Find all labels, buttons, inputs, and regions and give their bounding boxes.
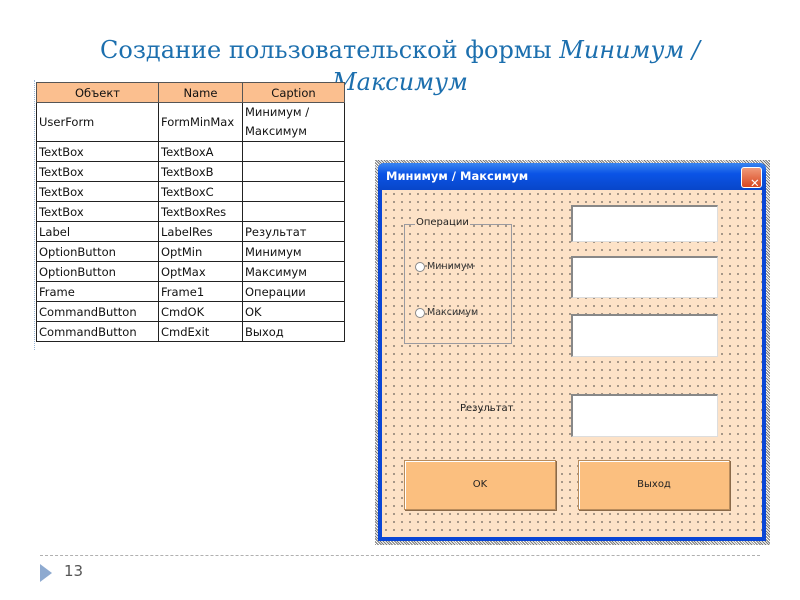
textbox-b[interactable]	[571, 256, 718, 298]
table-row: TextBox TextBoxA	[36, 141, 345, 162]
page-number: 13	[64, 562, 84, 580]
cell-caption	[242, 141, 345, 162]
bullet-arrow-icon	[40, 564, 52, 582]
radio-icon	[415, 261, 425, 272]
cell-name: FormMinMax	[158, 102, 243, 142]
cell-object: Label	[36, 221, 159, 242]
header-object: Объект	[36, 82, 159, 103]
ok-button[interactable]: OK	[404, 460, 556, 510]
frame-operations[interactable]: Операции Минимум Максимум	[404, 217, 512, 344]
cell-object: TextBox	[36, 201, 159, 222]
footer-divider	[40, 555, 760, 556]
table-row: OptionButton OptMin Минимум	[36, 241, 345, 262]
result-label: Результат	[460, 403, 514, 414]
properties-table: Объект Name Caption UserForm FormMinMax …	[36, 82, 345, 342]
cell-name: OptMax	[158, 261, 243, 282]
textbox-result[interactable]	[571, 394, 718, 437]
cell-caption: Минимум	[242, 241, 345, 262]
cell-caption: Выход	[242, 321, 345, 342]
cell-object: CommandButton	[36, 321, 159, 342]
cell-caption	[242, 201, 345, 222]
table-row: TextBox TextBoxC	[36, 181, 345, 202]
cell-name: CmdOK	[158, 301, 243, 322]
table-row: TextBox TextBoxRes	[36, 201, 345, 222]
table-row: Label LabelRes Результат	[36, 221, 345, 242]
cell-caption	[242, 181, 345, 202]
cell-name: OptMin	[158, 241, 243, 262]
cell-caption: Операции	[242, 281, 345, 302]
cell-caption: OK	[242, 301, 345, 322]
cell-name: TextBoxRes	[158, 201, 243, 222]
exit-button[interactable]: Выход	[578, 460, 730, 510]
cell-caption: Результат	[242, 221, 345, 242]
cell-object: Frame	[36, 281, 159, 302]
table-row: CommandButton CmdExit Выход	[36, 321, 345, 342]
cell-caption: Минимум / Максимум	[242, 102, 345, 142]
cell-object: TextBox	[36, 181, 159, 202]
option-min-label: Минимум	[427, 261, 474, 272]
form-title: Минимум / Максимум	[386, 169, 529, 183]
option-max-label: Максимум	[427, 307, 479, 318]
userform-window: Минимум / Максимум ✕ Операции Минимум Ма…	[378, 163, 766, 541]
option-max[interactable]: Максимум	[415, 307, 478, 318]
cell-object: OptionButton	[36, 261, 159, 282]
cell-name: TextBoxA	[158, 141, 243, 162]
textbox-a[interactable]	[571, 205, 718, 242]
form-titlebar[interactable]: Минимум / Максимум ✕	[378, 163, 766, 190]
header-name: Name	[158, 82, 243, 103]
cell-name: TextBoxB	[158, 161, 243, 182]
cell-object: CommandButton	[36, 301, 159, 322]
table-row: OptionButton OptMax Максимум	[36, 261, 345, 282]
table-row: UserForm FormMinMax Минимум / Максимум	[36, 102, 345, 142]
cell-name: CmdExit	[158, 321, 243, 342]
header-caption: Caption	[242, 82, 345, 103]
cell-object: TextBox	[36, 141, 159, 162]
option-min[interactable]: Минимум	[415, 261, 474, 272]
slide-title-text: Создание пользовательской формы	[100, 36, 560, 64]
textbox-c[interactable]	[571, 314, 718, 357]
cell-object: TextBox	[36, 161, 159, 182]
table-header-row: Объект Name Caption	[36, 82, 345, 103]
form-client-area: Операции Минимум Максимум Результат OK В…	[382, 190, 762, 537]
frame-label: Операции	[415, 217, 470, 228]
radio-icon	[415, 307, 425, 318]
table-row: TextBox TextBoxB	[36, 161, 345, 182]
table-row: Frame Frame1 Операции	[36, 281, 345, 302]
table-row: CommandButton CmdOK OK	[36, 301, 345, 322]
cell-name: Frame1	[158, 281, 243, 302]
cell-object: OptionButton	[36, 241, 159, 262]
cell-name: LabelRes	[158, 221, 243, 242]
cell-object: UserForm	[36, 102, 159, 142]
cell-caption: Максимум	[242, 261, 345, 282]
close-button[interactable]: ✕	[741, 167, 762, 190]
cell-caption	[242, 161, 345, 182]
cell-name: TextBoxC	[158, 181, 243, 202]
